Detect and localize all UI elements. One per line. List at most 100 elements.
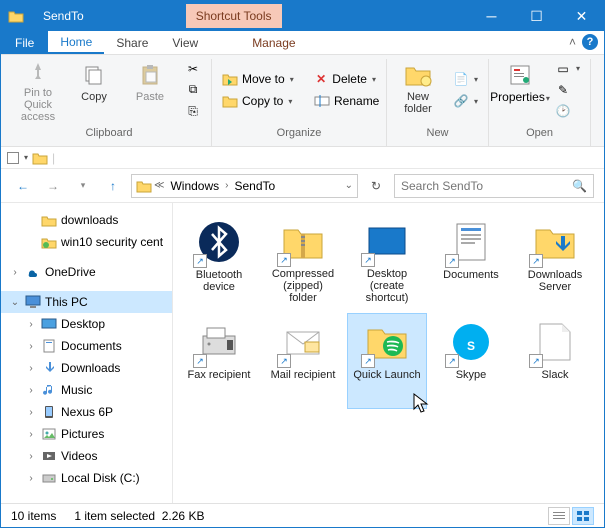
shortcut-arrow-icon: ↗ [193,354,207,368]
item-slack[interactable]: ↗ Slack [515,313,595,409]
search-icon: 🔍 [572,179,587,193]
copy-path-button[interactable]: ⧉ [181,80,205,99]
breadcrumb-seg[interactable]: Windows [166,179,223,193]
copy-button[interactable]: Copy [69,59,119,121]
copy-to-button[interactable]: Copy to▾ [218,91,304,111]
pin-to-quick-access-button[interactable]: Pin to Quick access [13,59,63,121]
group-label: Organize [277,127,322,139]
qat-folder-icon [32,151,48,165]
cut-icon: ✂ [185,61,201,77]
nav-item-music[interactable]: ›Music [1,379,172,401]
music-icon [41,382,57,398]
nav-item-documents[interactable]: ›Documents [1,335,172,357]
nav-item-videos[interactable]: ›Videos [1,445,172,467]
qat-separator: | [52,151,55,165]
delete-button[interactable]: ✕Delete▾ [310,69,380,89]
delete-icon: ✕ [314,71,328,87]
properties-button[interactable]: Properties▾ [495,59,545,121]
ribbon: Pin to Quick access Copy Paste ✂ ⧉ ⎘ Cli… [1,55,604,147]
cut-button[interactable]: ✂ [181,59,205,78]
close-button[interactable]: ✕ [559,1,604,31]
paste-shortcut-button[interactable]: ⎘ [181,102,205,121]
breadcrumb[interactable]: ≪ Windows › SendTo ⌄ [131,174,358,198]
nav-item-onedrive[interactable]: ›OneDrive [1,261,172,283]
nav-item-desktop[interactable]: ›Desktop [1,313,172,335]
rename-icon [314,93,330,109]
item-bluetooth[interactable]: ↗ Bluetooth device [179,213,259,309]
rename-button[interactable]: Rename [310,91,380,111]
drive-icon [41,470,57,486]
item-skype[interactable]: S↗ Skype [431,313,511,409]
ribbon-tabs: File Home Share View Manage ˄ ? [1,31,604,55]
icons-view-button[interactable] [572,507,594,525]
item-desktop[interactable]: ↗ Desktop (create shortcut) [347,213,427,309]
address-bar: ← → ▾ ↑ ≪ Windows › SendTo ⌄ ↻ 🔍 [1,169,604,203]
computer-icon [25,294,41,310]
item-downloads-server[interactable]: ↗ Downloads Server [515,213,595,309]
content-pane[interactable]: ↗ Bluetooth device ↗ Compressed (zipped)… [173,203,604,503]
collapse-ribbon-icon[interactable]: ˄ [569,35,576,49]
easy-access-button[interactable]: 🔗▾ [449,91,482,111]
nav-item-downloads[interactable]: downloads [1,209,172,231]
new-item-button[interactable]: 📄▾ [449,69,482,89]
maximize-button[interactable]: ☐ [514,1,559,31]
explorer-body: downloads win10 security cent ›OneDrive … [1,203,604,503]
item-quick-launch[interactable]: ↗ Quick Launch [347,313,427,409]
nav-item-downloads2[interactable]: ›Downloads [1,357,172,379]
refresh-button[interactable]: ↻ [364,174,388,198]
move-to-button[interactable]: Move to▾ [218,69,304,89]
folder-icon [136,179,152,193]
open-button[interactable]: ▭▾ [551,59,584,78]
breadcrumb-seg[interactable]: SendTo [231,179,280,193]
tab-file[interactable]: File [1,31,48,54]
minimize-button[interactable]: ─ [469,1,514,31]
title-bar: SendTo Shortcut Tools ─ ☐ ✕ [1,1,604,31]
back-button[interactable]: ← [11,174,35,198]
forward-button[interactable]: → [41,174,65,198]
search-input[interactable] [401,179,587,193]
qat-dropdown[interactable]: ▾ [24,153,28,162]
select-button[interactable]: Select▾ [597,59,605,121]
contextual-tab-shortcut-tools[interactable]: Shortcut Tools [186,4,282,28]
status-selected: 1 item selected 2.26 KB [74,509,204,523]
item-compressed[interactable]: ↗ Compressed (zipped) folder [263,213,343,309]
edit-button[interactable]: ✎ [551,80,584,99]
downloads-icon [41,360,57,376]
edit-icon: ✎ [555,82,571,98]
nav-item-nexus[interactable]: ›Nexus 6P [1,401,172,423]
copy-icon [80,61,108,89]
item-mail[interactable]: ↗ Mail recipient [263,313,343,409]
shortcut-arrow-icon: ↗ [529,354,543,368]
onedrive-icon [25,264,41,280]
navigation-pane[interactable]: downloads win10 security cent ›OneDrive … [1,203,173,503]
tab-share[interactable]: Share [104,31,160,54]
chevron-icon[interactable]: › [225,180,228,191]
new-folder-button[interactable]: New folder [393,59,443,121]
shortcut-arrow-icon: ↗ [445,354,459,368]
nav-item-pictures[interactable]: ›Pictures [1,423,172,445]
paste-button[interactable]: Paste [125,59,175,121]
search-box[interactable]: 🔍 [394,174,594,198]
shortcut-arrow-icon: ↗ [445,254,459,268]
nav-item-localdisk[interactable]: ›Local Disk (C:) [1,467,172,489]
nav-item-win10[interactable]: win10 security cent [1,231,172,253]
chevron-icon[interactable]: ≪ [154,180,164,191]
breadcrumb-dropdown[interactable]: ⌄ [345,180,353,191]
recent-locations-button[interactable]: ▾ [71,174,95,198]
shortcut-arrow-icon: ↗ [193,254,207,268]
paste-shortcut-icon: ⎘ [185,103,201,119]
history-button[interactable]: 🕑 [551,102,584,121]
shortcut-arrow-icon: ↗ [361,253,375,267]
copy-path-icon: ⧉ [185,82,201,98]
qat-checkbox[interactable] [7,152,19,164]
tab-home[interactable]: Home [48,31,104,54]
tab-view[interactable]: View [160,31,210,54]
help-icon[interactable]: ? [582,34,598,50]
item-fax[interactable]: ↗ Fax recipient [179,313,259,409]
nav-item-this-pc[interactable]: ⌄This PC [1,291,172,313]
item-documents[interactable]: ↗ Documents [431,213,511,309]
details-view-button[interactable] [548,507,570,525]
copy-to-icon [222,93,238,109]
up-button[interactable]: ↑ [101,174,125,198]
tab-manage[interactable]: Manage [240,31,307,54]
